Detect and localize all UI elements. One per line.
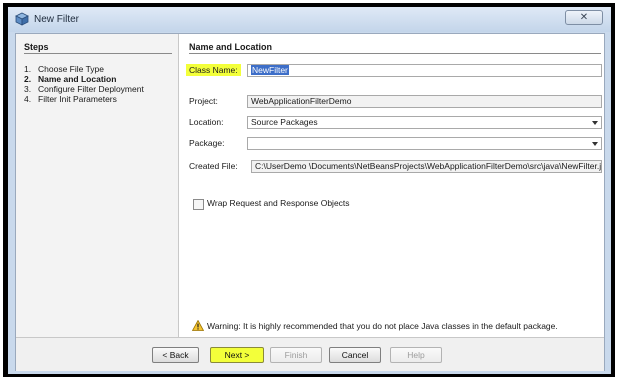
panel-title: Name and Location	[189, 42, 273, 52]
help-button[interactable]: Help	[390, 347, 442, 363]
close-button[interactable]: ✕	[565, 10, 603, 25]
package-label: Package:	[189, 138, 225, 148]
step-item-active: 2. Name and Location	[24, 74, 117, 84]
close-icon: ✕	[579, 12, 589, 23]
location-select[interactable]: Source Packages	[247, 116, 602, 129]
location-value: Source Packages	[251, 117, 318, 127]
window-title: New Filter	[34, 14, 80, 25]
wrap-request-checkbox[interactable]	[193, 199, 204, 210]
location-label: Location:	[189, 117, 224, 127]
package-combobox[interactable]	[247, 137, 602, 150]
steps-panel: Steps 1. Choose File Type 2. Name and Loca…	[16, 34, 179, 337]
steps-divider	[24, 53, 172, 54]
step-item: 4. Filter Init Parameters	[24, 94, 117, 104]
project-field: WebApplicationFilterDemo	[247, 95, 602, 108]
step-item: 3. Configure Filter Deployment	[24, 84, 144, 94]
dialog-window: New Filter ✕ Steps 1. Choose File Type 2.…	[8, 7, 611, 374]
warning-icon	[192, 320, 204, 331]
chevron-down-icon	[592, 121, 598, 125]
dialog-content: Steps 1. Choose File Type 2. Name and Loca…	[15, 33, 605, 371]
created-file-field: C:\UserDemo \Documents\NetBeansProjects\…	[251, 160, 602, 173]
created-file-label: Created File:	[189, 161, 238, 171]
step-item: 1. Choose File Type	[24, 64, 104, 74]
class-name-value: NewFilter	[251, 65, 289, 75]
warning-message: Warning: It is highly recommended that y…	[207, 321, 558, 331]
chevron-down-icon	[592, 142, 598, 146]
project-label: Project:	[189, 96, 218, 106]
panel-divider	[189, 53, 601, 54]
next-button[interactable]: Next >	[210, 347, 264, 363]
screenshot-frame: New Filter ✕ Steps 1. Choose File Type 2.…	[3, 3, 615, 377]
cancel-button[interactable]: Cancel	[329, 347, 381, 363]
name-location-panel: Name and Location Class Name: NewFilter …	[180, 34, 604, 337]
class-name-label: Class Name:	[186, 64, 241, 76]
class-name-input[interactable]: NewFilter	[247, 64, 602, 77]
netbeans-cube-icon	[15, 12, 29, 26]
finish-button[interactable]: Finish	[270, 347, 322, 363]
wrap-request-label[interactable]: Wrap Request and Response Objects	[207, 198, 350, 208]
back-button[interactable]: < Back	[152, 347, 199, 363]
steps-title: Steps	[24, 42, 49, 52]
title-bar: New Filter ✕	[8, 7, 611, 32]
button-bar: < Back Next > Finish Cancel Help	[16, 337, 604, 371]
